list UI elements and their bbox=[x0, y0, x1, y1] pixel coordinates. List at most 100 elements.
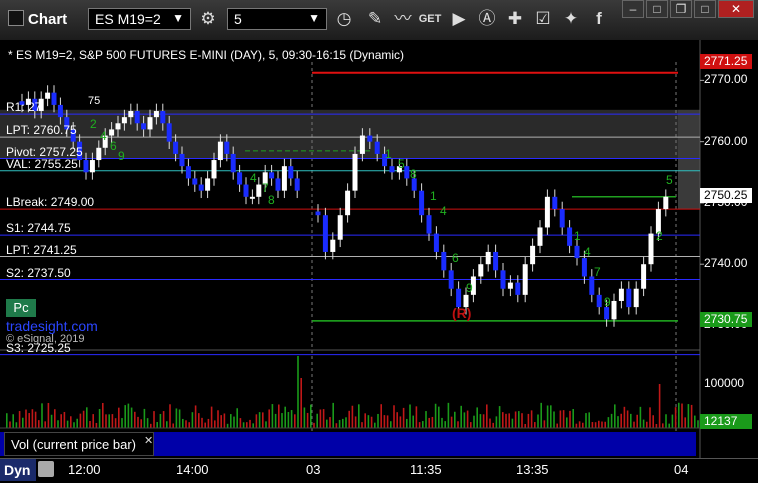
volume-bar bbox=[70, 416, 72, 428]
volume-bar bbox=[502, 412, 504, 428]
restore-button[interactable]: □ bbox=[646, 0, 668, 18]
volume-bar bbox=[153, 411, 155, 428]
volume-bar bbox=[402, 407, 405, 428]
volume-bar bbox=[514, 411, 517, 428]
alert-icon[interactable]: Ⓐ bbox=[475, 7, 499, 31]
candle-body bbox=[141, 123, 147, 130]
volume-bar bbox=[380, 404, 382, 428]
candle-body bbox=[574, 245, 580, 259]
dynamic-mode-button[interactable]: Dyn bbox=[0, 459, 36, 481]
interval-select[interactable]: 5 ▼ bbox=[227, 8, 327, 30]
setup-count: 9 bbox=[604, 295, 611, 309]
candle-body bbox=[433, 233, 439, 252]
candle-body bbox=[51, 92, 57, 105]
last-price-tag: 2750.25 bbox=[700, 188, 752, 203]
volume-bar bbox=[25, 409, 27, 428]
candle-body bbox=[134, 111, 140, 124]
volume-bar bbox=[690, 404, 693, 428]
gear-icon[interactable]: ⚙ bbox=[196, 7, 220, 31]
volume-bar bbox=[329, 417, 331, 428]
volume-bar bbox=[54, 409, 56, 428]
maximize-button[interactable]: □ bbox=[694, 0, 716, 18]
volume-bar bbox=[358, 404, 360, 428]
volume-bar bbox=[662, 423, 664, 428]
volume-bar bbox=[246, 422, 248, 428]
pencil-icon[interactable]: ✎ bbox=[363, 7, 387, 31]
toolbar: Chart ES M19=2 ▼ ⚙ 5 ▼ ◷ ✎ 〰 GET ▶ Ⓐ ✚ ☑… bbox=[0, 0, 758, 40]
candle-body bbox=[581, 258, 587, 277]
candle-body bbox=[352, 153, 358, 191]
volume-bar bbox=[642, 419, 645, 428]
get-icon[interactable]: GET bbox=[418, 7, 442, 31]
volume-bar bbox=[540, 402, 542, 428]
candle-body bbox=[618, 288, 624, 301]
candle-body bbox=[507, 282, 513, 289]
close-icon[interactable]: ✕ bbox=[144, 434, 153, 447]
volume-bar bbox=[428, 417, 430, 428]
volume-bar bbox=[178, 409, 181, 428]
volume-bar bbox=[633, 421, 635, 428]
r1-suffix: 75 bbox=[88, 95, 101, 107]
symbol-select[interactable]: ES M19=2 ▼ bbox=[88, 8, 191, 30]
volume-bar bbox=[31, 409, 34, 428]
restore-button-2[interactable]: ❐ bbox=[670, 0, 692, 18]
chevron-down-icon[interactable]: ▼ bbox=[172, 11, 184, 25]
volume-bar bbox=[550, 405, 552, 428]
volume-bar bbox=[124, 405, 126, 428]
volume-bar bbox=[162, 411, 165, 428]
chart-header: * ES M19=2, S&P 500 FUTURES E-MINI (DAY)… bbox=[8, 48, 405, 62]
chevron-down-icon[interactable]: ▼ bbox=[308, 11, 320, 25]
level-label: VAL: 2755.25 bbox=[6, 156, 78, 171]
volume-bar bbox=[252, 423, 254, 428]
lock-icon[interactable] bbox=[38, 461, 54, 477]
volume-bar bbox=[585, 413, 587, 428]
volume-bar bbox=[335, 423, 338, 428]
volume-bar bbox=[614, 404, 616, 428]
volume-bar bbox=[38, 420, 40, 428]
candle-body bbox=[198, 184, 204, 191]
volume-bar bbox=[438, 406, 440, 428]
play-icon[interactable]: ▶ bbox=[447, 7, 471, 31]
volume-bar bbox=[527, 413, 530, 428]
volume-bar bbox=[236, 408, 238, 428]
volume-bar bbox=[374, 422, 376, 428]
volume-bar bbox=[396, 412, 398, 428]
volume-bar bbox=[623, 406, 626, 428]
candle-body bbox=[337, 215, 343, 240]
level-label: LBreak: 2749.00 bbox=[6, 195, 95, 210]
volume-bar bbox=[79, 413, 82, 428]
volume-bar bbox=[332, 402, 334, 428]
twitter-icon[interactable]: ✦ bbox=[559, 7, 583, 31]
facebook-icon[interactable]: f bbox=[587, 7, 611, 31]
close-button[interactable]: ✕ bbox=[718, 0, 754, 18]
candle-body bbox=[389, 166, 395, 173]
candle-body bbox=[367, 135, 373, 142]
volume-bar bbox=[476, 407, 478, 428]
volume-bar bbox=[434, 403, 437, 428]
volume-bar bbox=[681, 403, 683, 428]
link-icon[interactable]: ✚ bbox=[503, 7, 527, 31]
setup-count: 5 bbox=[666, 173, 673, 187]
volume-bar bbox=[338, 419, 341, 428]
volume-bar bbox=[169, 404, 171, 428]
y-tick-label: 2770.00 bbox=[704, 72, 748, 87]
volume-bar bbox=[300, 378, 302, 428]
volume-bar bbox=[591, 422, 594, 428]
volume-bar bbox=[566, 417, 568, 428]
chat-icon[interactable]: ☑ bbox=[531, 7, 555, 31]
volume-bar bbox=[204, 422, 206, 428]
volume-bar bbox=[610, 413, 613, 428]
clock-icon[interactable]: ◷ bbox=[332, 7, 356, 31]
pc-button[interactable]: Pc bbox=[6, 299, 36, 317]
volume-bar bbox=[582, 422, 584, 428]
line-study-icon[interactable]: 〰 bbox=[391, 7, 415, 31]
volume-bar bbox=[210, 406, 213, 428]
volume-bar bbox=[76, 418, 78, 428]
price-chart[interactable]: 24694781581469147925 bbox=[0, 40, 758, 458]
setup-count: 4 bbox=[440, 204, 447, 218]
candle-body bbox=[648, 233, 654, 265]
candle-body bbox=[345, 190, 351, 216]
minimize-button[interactable]: – bbox=[622, 0, 644, 18]
volume-tick: 100000 bbox=[704, 376, 745, 390]
volume-bar bbox=[447, 402, 450, 428]
